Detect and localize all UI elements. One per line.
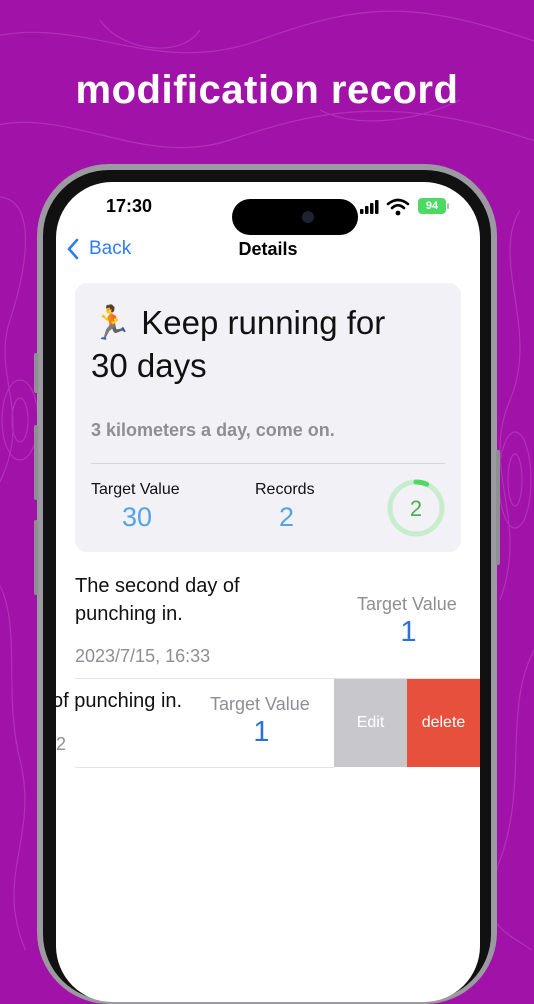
record-date: 2 (56, 734, 67, 754)
record-target-value: 1 (400, 616, 417, 648)
dynamic-island (232, 199, 358, 235)
phone-side-button (34, 353, 38, 393)
camera-icon (302, 211, 314, 223)
goal-card: 🏃 Keep running for 30 days 3 kilometers … (75, 283, 461, 552)
phone-side-button (34, 520, 38, 595)
runner-emoji-icon: 🏃 (91, 304, 133, 341)
cellular-signal-icon (360, 200, 379, 214)
battery-tip (447, 203, 449, 209)
edit-button[interactable]: Edit (334, 679, 407, 767)
record-target-value: 1 (253, 716, 270, 748)
goal-title-text: Keep running for 30 days (91, 304, 386, 384)
target-value-label: Target Value (91, 481, 180, 498)
record-target-label: Target Value (357, 594, 457, 614)
goal-description: 3 kilometers a day, come on. (91, 420, 335, 440)
signal-wifi-icons (360, 198, 410, 216)
record-title: of punching in. (56, 690, 183, 712)
row-divider (75, 767, 334, 768)
list-item[interactable]: The second day of punching in. 2023/7/15… (75, 570, 480, 678)
record-date: 2023/7/15, 16:33 (75, 646, 211, 666)
record-target-label: Target Value (210, 694, 310, 714)
progress-ring-value: 2 (410, 496, 422, 521)
delete-button[interactable]: delete (407, 679, 480, 767)
records-label: Records (255, 481, 315, 498)
status-time: 17:30 (106, 196, 153, 216)
phone-side-button (34, 425, 38, 500)
card-divider (91, 463, 445, 464)
phone-screen: 17:30 94 Back Details 🏃 Keep running for… (56, 182, 480, 1002)
battery-icon: 94 (418, 198, 446, 214)
goal-title: 🏃 Keep running for 30 days (91, 301, 421, 387)
target-value: 30 (121, 502, 153, 532)
list-item[interactable]: of punching in. 2 Target Value 1 (56, 679, 334, 767)
headline: modification record (75, 68, 459, 112)
phone-side-button (496, 450, 500, 565)
records-value: 2 (278, 502, 295, 532)
page-title: Details (238, 239, 298, 259)
wifi-icon (386, 198, 410, 216)
progress-ring: 2 (387, 479, 445, 537)
record-title: The second day of punching in. (75, 575, 240, 625)
